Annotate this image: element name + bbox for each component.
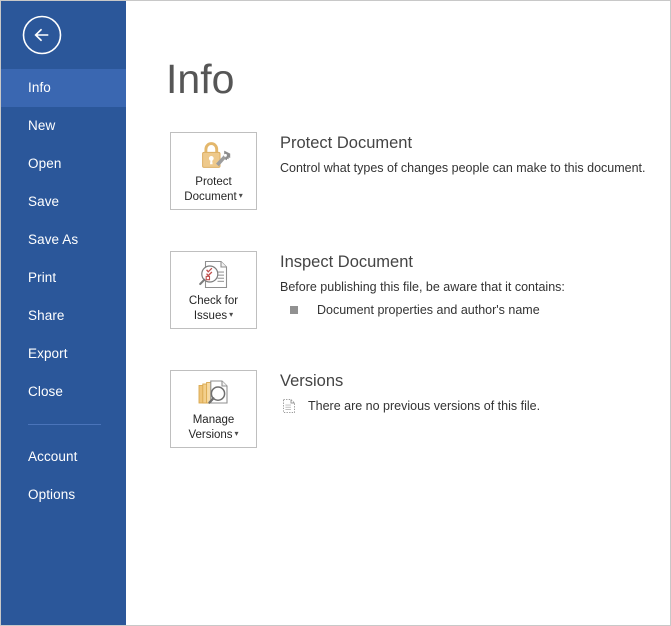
bullet-label: Document properties and author's name <box>317 303 540 317</box>
check-issues-button-label-line2: Issues ▾ <box>193 308 234 322</box>
sidebar-item-options[interactable]: Options <box>1 476 126 514</box>
inspect-bullet-item: Document properties and author's name <box>280 301 670 319</box>
sidebar-item-label: Save As <box>28 232 79 247</box>
backstage-content-pane: Info Protect Document ▾ Protect Document… <box>126 1 670 625</box>
protect-button-label-line1: Protect <box>195 176 232 188</box>
word-backstage-info-screen: Info New Open Save Save As Print Share E… <box>0 0 671 626</box>
sidebar-item-label: Share <box>28 308 65 323</box>
section-heading: Protect Document <box>280 134 413 152</box>
section-description: Control what types of changes people can… <box>280 161 646 175</box>
sidebar-item-label: Save <box>28 194 60 209</box>
protect-document-text: Protect Document Control what types of c… <box>280 132 670 177</box>
square-bullet-icon <box>290 306 298 314</box>
sidebar-item-label: New <box>28 118 56 133</box>
document-checklist-magnifier-icon <box>171 252 256 294</box>
sidebar-item-share[interactable]: Share <box>1 297 126 335</box>
back-arrow-icon <box>22 15 62 55</box>
check-for-issues-button[interactable]: Check for Issues ▾ <box>170 251 257 329</box>
manage-versions-button[interactable]: Manage Versions ▾ <box>170 370 257 448</box>
bullet-label: There are no previous versions of this f… <box>308 399 541 413</box>
versions-bullet-item: There are no previous versions of this f… <box>280 397 670 419</box>
sidebar-item-label: Export <box>28 346 68 361</box>
sidebar-divider <box>28 424 101 425</box>
versions-text: Versions There are no previous versions … <box>280 370 670 419</box>
sidebar-item-new[interactable]: New <box>1 107 126 145</box>
back-arrow-button[interactable] <box>22 15 62 55</box>
dotted-document-icon <box>282 398 296 419</box>
sidebar-item-save-as[interactable]: Save As <box>1 221 126 259</box>
sidebar-item-label: Print <box>28 270 57 285</box>
sidebar-item-label: Open <box>28 156 62 171</box>
chevron-down-icon[interactable]: ▾ <box>235 427 239 441</box>
sidebar-item-save[interactable]: Save <box>1 183 126 221</box>
chevron-down-icon[interactable]: ▾ <box>239 189 243 203</box>
sidebar-item-export[interactable]: Export <box>1 335 126 373</box>
section-heading: Versions <box>280 372 344 390</box>
sidebar-item-info[interactable]: Info <box>1 69 126 107</box>
check-issues-button-label-line1: Check for <box>188 295 239 307</box>
sidebar-item-label: Options <box>28 487 76 502</box>
manage-versions-button-label-line1: Manage <box>192 414 235 426</box>
padlock-key-icon <box>171 133 256 175</box>
protect-button-label-line2: Document ▾ <box>184 189 243 203</box>
page-title: Info <box>166 56 235 102</box>
backstage-sidebar: Info New Open Save Save As Print Share E… <box>1 1 126 625</box>
section-description: Before publishing this file, be aware th… <box>280 280 565 294</box>
sidebar-item-close[interactable]: Close <box>1 373 126 411</box>
sidebar-item-account[interactable]: Account <box>1 438 126 476</box>
sidebar-item-label: Close <box>28 384 64 399</box>
sidebar-item-open[interactable]: Open <box>1 145 126 183</box>
manage-versions-button-label-line2: Versions ▾ <box>188 427 239 441</box>
sidebar-item-label: Info <box>28 80 51 95</box>
protect-document-button[interactable]: Protect Document ▾ <box>170 132 257 210</box>
chevron-down-icon[interactable]: ▾ <box>229 308 233 322</box>
sidebar-item-label: Account <box>28 449 78 464</box>
sidebar-item-print[interactable]: Print <box>1 259 126 297</box>
backstage-nav-list: Info New Open Save Save As Print Share E… <box>1 69 126 514</box>
inspect-document-text: Inspect Document Before publishing this … <box>280 251 670 319</box>
section-heading: Inspect Document <box>280 253 413 271</box>
document-stack-magnifier-icon <box>171 371 256 413</box>
